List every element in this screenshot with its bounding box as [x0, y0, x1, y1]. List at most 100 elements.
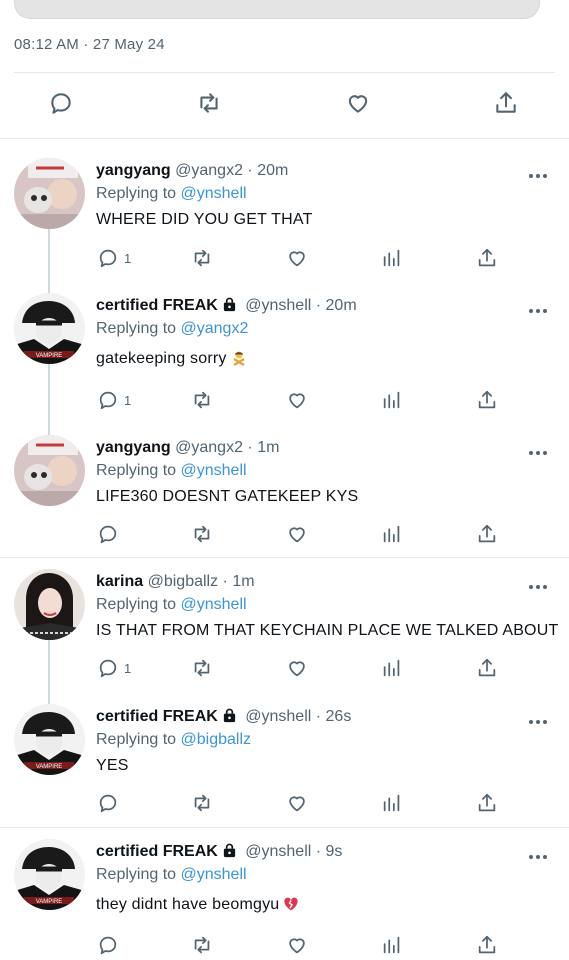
analytics-icon[interactable] [381, 657, 403, 681]
heart-icon[interactable] [286, 247, 308, 271]
reply-icon[interactable] [97, 523, 119, 547]
reply-text: LIFE360 DOESNT GATEKEEP KYS [96, 488, 359, 505]
reply-icon[interactable] [97, 247, 119, 271]
share-icon[interactable] [493, 90, 523, 120]
retweet-icon[interactable] [191, 792, 213, 816]
retweet-icon[interactable] [191, 934, 213, 958]
replying-prefix: Replying to [96, 462, 177, 479]
display-name[interactable]: karina [96, 573, 143, 590]
reply-actions [0, 934, 569, 960]
reply-icon[interactable] [48, 90, 78, 120]
lock-icon [222, 843, 237, 858]
analytics-icon[interactable] [381, 247, 403, 271]
reply-header: karina @bigballz · 1m [96, 573, 255, 591]
retweet-icon[interactable] [191, 657, 213, 681]
heart-icon[interactable] [286, 523, 308, 547]
reply-actions: 1 [0, 389, 569, 415]
replying-to: Replying to @ynshell [96, 866, 247, 884]
share-icon[interactable] [476, 657, 498, 681]
reply-header: yangyang @yangx2 · 1m [96, 439, 279, 457]
mention-link[interactable]: @yangx2 [181, 320, 249, 337]
display-name[interactable]: certified FREAK [96, 708, 218, 725]
mention-link[interactable]: @ynshell [181, 596, 247, 613]
heart-icon[interactable] [286, 934, 308, 958]
replying-to: Replying to @ynshell [96, 462, 247, 480]
reply-icon[interactable] [97, 934, 119, 958]
reply-icon[interactable] [97, 389, 119, 413]
avatar[interactable]: VAMPIRE [14, 839, 85, 910]
retweet-icon[interactable] [191, 247, 213, 271]
analytics-icon[interactable] [381, 389, 403, 413]
avatar[interactable] [14, 569, 85, 640]
more-options-icon[interactable] [529, 846, 551, 859]
replying-prefix: Replying to [96, 596, 177, 613]
heart-icon[interactable] [286, 792, 308, 816]
more-options-icon[interactable] [529, 165, 551, 178]
share-icon[interactable] [476, 934, 498, 958]
avatar[interactable] [14, 435, 85, 506]
reply-tweet[interactable]: karina @bigballz · 1m Replying to @ynshe… [0, 569, 569, 684]
lock-icon [222, 297, 237, 312]
divider [0, 557, 569, 558]
divider [0, 827, 569, 828]
analytics-icon[interactable] [381, 792, 403, 816]
mention-link[interactable]: @bigballz [181, 731, 252, 748]
reply-text: they didnt have beomgyu [96, 896, 299, 914]
share-icon[interactable] [476, 389, 498, 413]
display-name[interactable]: certified FREAK [96, 297, 218, 314]
mention-link[interactable]: @ynshell [181, 462, 247, 479]
person-gesturing-no-emoji [231, 350, 247, 366]
handle-and-time: @ynshell · 20m [245, 297, 357, 314]
reply-tweet[interactable]: VAMPIRE certified FREAK @ynshell · 9s Re… [0, 839, 569, 960]
share-icon[interactable] [476, 792, 498, 816]
share-icon[interactable] [476, 523, 498, 547]
retweet-icon[interactable] [196, 90, 226, 120]
reply-text: YES [96, 757, 129, 774]
reply-tweet[interactable]: yangyang @yangx2 · 1m Replying to @ynshe… [0, 435, 569, 550]
reply-count: 1 [124, 393, 132, 408]
display-name[interactable]: yangyang [96, 439, 171, 456]
replying-to: Replying to @yangx2 [96, 320, 248, 338]
tweet-media-image[interactable] [14, 0, 540, 19]
reply-text-content: gatekeeping sorry [96, 350, 227, 367]
avatar[interactable]: VAMPIRE [14, 293, 85, 364]
reply-count: 1 [124, 661, 132, 676]
reply-header: certified FREAK @ynshell · 9s [96, 843, 342, 861]
heart-icon[interactable] [345, 90, 375, 120]
heart-icon[interactable] [286, 389, 308, 413]
retweet-icon[interactable] [191, 523, 213, 547]
replying-prefix: Replying to [96, 866, 177, 883]
display-name[interactable]: certified FREAK [96, 843, 218, 860]
avatar[interactable]: VAMPIRE [14, 704, 85, 775]
reply-tweet[interactable]: VAMPIRE certified FREAK @ynshell · 20m R… [0, 293, 569, 418]
reply-actions: 1 [0, 247, 569, 273]
reply-header: yangyang @yangx2 · 20m [96, 162, 288, 180]
svg-text:VAMPIRE: VAMPIRE [36, 353, 63, 359]
analytics-icon[interactable] [381, 523, 403, 547]
retweet-icon[interactable] [191, 389, 213, 413]
replying-to: Replying to @bigballz [96, 731, 251, 749]
more-options-icon[interactable] [529, 711, 551, 724]
handle-and-time: @ynshell · 26s [245, 708, 352, 725]
heart-icon[interactable] [286, 657, 308, 681]
replying-prefix: Replying to [96, 320, 177, 337]
replying-prefix: Replying to [96, 731, 177, 748]
display-name[interactable]: yangyang [96, 162, 171, 179]
reply-icon[interactable] [97, 792, 119, 816]
reply-tweet[interactable]: VAMPIRE certified FREAK @ynshell · 26s R… [0, 704, 569, 819]
reply-icon[interactable] [97, 657, 119, 681]
more-options-icon[interactable] [529, 300, 551, 313]
analytics-icon[interactable] [381, 934, 403, 958]
avatar[interactable] [14, 158, 85, 229]
lock-icon [222, 708, 237, 723]
reply-tweet[interactable]: yangyang @yangx2 · 20m Replying to @ynsh… [0, 158, 569, 273]
replying-to: Replying to @ynshell [96, 185, 247, 203]
divider [0, 138, 569, 139]
more-options-icon[interactable] [529, 576, 551, 589]
more-options-icon[interactable] [529, 442, 551, 455]
reply-actions [0, 523, 569, 549]
mention-link[interactable]: @ynshell [181, 866, 247, 883]
share-icon[interactable] [476, 247, 498, 271]
mention-link[interactable]: @ynshell [181, 185, 247, 202]
reply-actions [0, 792, 569, 818]
